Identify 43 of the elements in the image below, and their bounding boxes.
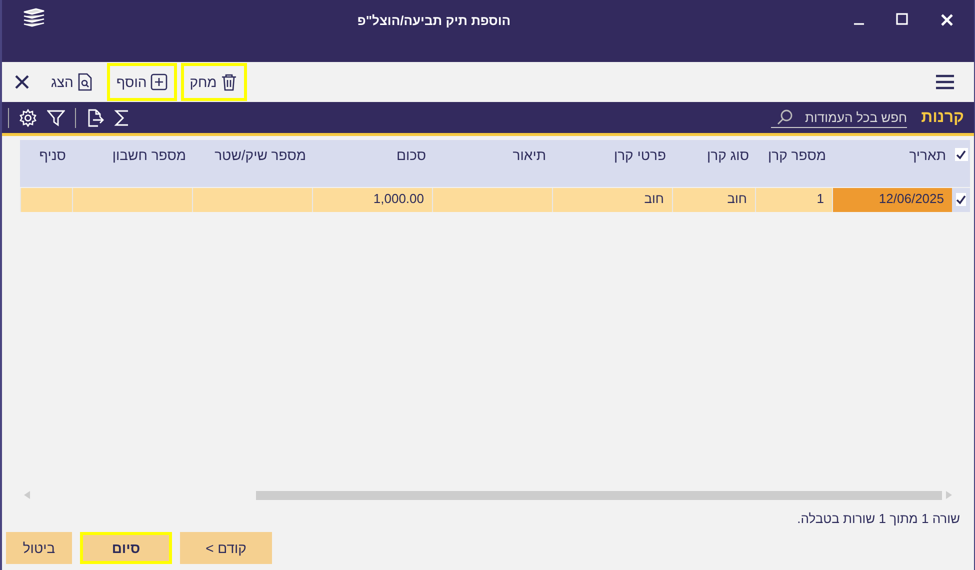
trash-icon	[220, 73, 238, 91]
checkbox[interactable]	[954, 148, 968, 161]
window-title: הוספת תיק תביעה/הוצל"פ	[356, 13, 512, 28]
column-header[interactable]: תאריך	[832, 140, 952, 187]
table-cell[interactable]	[192, 188, 312, 212]
grid-title: קרנות	[921, 108, 964, 126]
plus-icon	[150, 73, 168, 91]
column-header[interactable]: מספר קרן	[755, 140, 832, 187]
table-cell[interactable]: חוב	[552, 188, 672, 212]
toolbar-button[interactable]: הוסף	[107, 63, 177, 101]
footer-button[interactable]: סיום	[80, 532, 172, 564]
table-cell[interactable]: 1	[755, 188, 832, 212]
settings-icon[interactable]	[19, 108, 37, 126]
toolbar-button[interactable]: הצג	[42, 63, 104, 101]
column-header[interactable]: סניף	[20, 140, 72, 187]
table-cell[interactable]: חוב	[672, 188, 755, 212]
column-header[interactable]: סכום	[312, 140, 432, 187]
search-icon	[777, 109, 794, 125]
filter-icon[interactable]	[47, 108, 65, 126]
table-cell[interactable]: 1,000.00	[312, 188, 432, 212]
footer-button[interactable]: < קודם	[180, 532, 272, 564]
export-icon[interactable]	[86, 108, 104, 126]
search-field[interactable]: חפש בכל העמודות	[771, 107, 908, 128]
stack-icon	[22, 8, 46, 28]
table-cell[interactable]	[72, 188, 192, 212]
maximize-icon[interactable]	[896, 13, 908, 25]
column-header[interactable]: תיאור	[432, 140, 552, 187]
column-header[interactable]: מספר שיק/שטר	[192, 140, 312, 187]
table-cell[interactable]	[20, 188, 72, 212]
footer-button[interactable]: ביטול	[6, 532, 72, 564]
menu-icon[interactable]	[936, 74, 954, 90]
status-text: שורה 1 מתוך 1 שורות בטבלה.	[796, 510, 961, 526]
close-icon[interactable]	[940, 13, 954, 27]
document-search-icon	[76, 73, 94, 91]
column-header[interactable]: פרטי קרן	[552, 140, 672, 187]
sum-icon[interactable]	[114, 108, 130, 126]
checkbox[interactable]	[956, 193, 966, 206]
column-header[interactable]: מספר חשבון	[72, 140, 192, 187]
column-header[interactable]: סוג קרן	[672, 140, 755, 187]
table-cell[interactable]	[432, 188, 552, 212]
scroll-thumb[interactable]	[256, 490, 942, 500]
table-cell[interactable]: 12/06/2025	[832, 188, 952, 212]
toolbar-button[interactable]: מחק	[180, 63, 247, 101]
